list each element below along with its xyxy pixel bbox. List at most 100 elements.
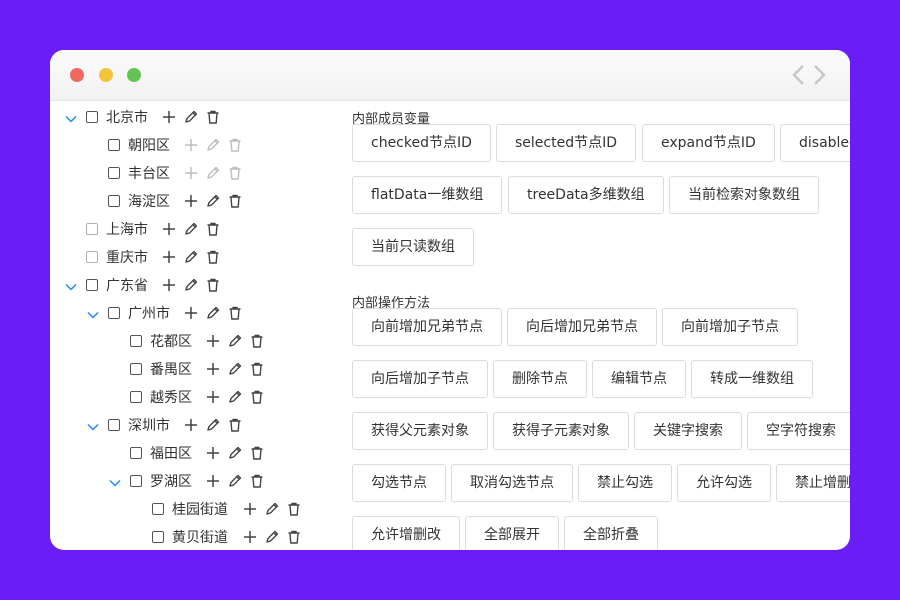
trash-icon[interactable] xyxy=(286,501,302,517)
trash-icon[interactable] xyxy=(249,445,265,461)
trash-icon[interactable] xyxy=(205,109,221,125)
node-checkbox[interactable] xyxy=(108,167,120,179)
tree-node[interactable]: 深圳市 xyxy=(50,414,340,442)
add-icon[interactable] xyxy=(205,445,221,461)
add-icon[interactable] xyxy=(183,137,199,153)
action-button[interactable]: 编辑节点 xyxy=(592,360,686,398)
edit-icon[interactable] xyxy=(205,417,221,433)
node-label[interactable]: 深圳市 xyxy=(128,416,170,436)
tree-node[interactable]: 重庆市 xyxy=(50,246,340,274)
tree-node[interactable]: 罗湖区 xyxy=(50,470,340,498)
action-button[interactable]: 关键字搜索 xyxy=(634,412,742,450)
action-button[interactable]: expand节点ID xyxy=(642,124,775,162)
trash-icon[interactable] xyxy=(205,249,221,265)
trash-icon[interactable] xyxy=(227,305,243,321)
action-button[interactable]: checked节点ID xyxy=(352,124,491,162)
node-label[interactable]: 番禺区 xyxy=(150,360,192,380)
action-button[interactable]: 勾选节点 xyxy=(352,464,446,502)
node-checkbox[interactable] xyxy=(86,279,98,291)
tree-node[interactable]: 丰台区 xyxy=(50,162,340,190)
action-button[interactable]: 允许增删改 xyxy=(352,516,460,550)
action-button[interactable]: 当前只读数组 xyxy=(352,228,474,266)
edit-icon[interactable] xyxy=(264,501,280,517)
edit-icon[interactable] xyxy=(183,109,199,125)
node-label[interactable]: 桂园街道 xyxy=(172,500,228,520)
chevron-down-icon[interactable] xyxy=(64,280,78,294)
action-button[interactable]: 获得子元素对象 xyxy=(493,412,629,450)
node-checkbox[interactable] xyxy=(130,447,142,459)
tree-node[interactable]: 黄贝街道 xyxy=(50,526,340,550)
action-button[interactable]: treeData多维数组 xyxy=(508,176,664,214)
node-checkbox[interactable] xyxy=(130,335,142,347)
edit-icon[interactable] xyxy=(227,473,243,489)
trash-icon[interactable] xyxy=(249,389,265,405)
minimize-window-button[interactable] xyxy=(99,68,113,82)
action-button[interactable]: 全部展开 xyxy=(465,516,559,550)
edit-icon[interactable] xyxy=(183,249,199,265)
tree-node[interactable]: 广州市 xyxy=(50,302,340,330)
node-label[interactable]: 黄贝街道 xyxy=(172,528,228,548)
trash-icon[interactable] xyxy=(249,473,265,489)
action-button[interactable]: selected节点ID xyxy=(496,124,637,162)
chevron-down-icon[interactable] xyxy=(86,308,100,322)
node-label[interactable]: 越秀区 xyxy=(150,388,192,408)
code-brackets-icon[interactable] xyxy=(790,62,828,88)
action-button[interactable]: 取消勾选节点 xyxy=(451,464,573,502)
node-checkbox[interactable] xyxy=(130,475,142,487)
action-button[interactable]: 转成一维数组 xyxy=(691,360,813,398)
trash-icon[interactable] xyxy=(227,417,243,433)
node-label[interactable]: 丰台区 xyxy=(128,164,170,184)
trash-icon[interactable] xyxy=(227,165,243,181)
action-button[interactable]: 允许勾选 xyxy=(677,464,771,502)
add-icon[interactable] xyxy=(205,333,221,349)
node-checkbox[interactable] xyxy=(108,419,120,431)
tree-node[interactable]: 朝阳区 xyxy=(50,134,340,162)
action-button[interactable]: 删除节点 xyxy=(493,360,587,398)
node-label[interactable]: 上海市 xyxy=(106,220,148,240)
node-label[interactable]: 海淀区 xyxy=(128,192,170,212)
node-label[interactable]: 福田区 xyxy=(150,444,192,464)
chevron-down-icon[interactable] xyxy=(86,420,100,434)
action-button[interactable]: 向后增加子节点 xyxy=(352,360,488,398)
node-label[interactable]: 北京市 xyxy=(106,108,148,128)
trash-icon[interactable] xyxy=(249,361,265,377)
chevron-down-icon[interactable] xyxy=(108,476,122,490)
action-button[interactable]: 向前增加子节点 xyxy=(662,308,798,346)
tree-node[interactable]: 上海市 xyxy=(50,218,340,246)
edit-icon[interactable] xyxy=(227,389,243,405)
add-icon[interactable] xyxy=(205,389,221,405)
chevron-down-icon[interactable] xyxy=(64,112,78,126)
node-checkbox[interactable] xyxy=(108,195,120,207)
add-icon[interactable] xyxy=(183,193,199,209)
tree-node[interactable]: 海淀区 xyxy=(50,190,340,218)
action-button[interactable]: 向后增加兄弟节点 xyxy=(507,308,657,346)
tree-node[interactable]: 越秀区 xyxy=(50,386,340,414)
node-label[interactable]: 重庆市 xyxy=(106,248,148,268)
add-icon[interactable] xyxy=(205,361,221,377)
action-button[interactable]: flatData一维数组 xyxy=(352,176,503,214)
action-button[interactable]: 禁止勾选 xyxy=(578,464,672,502)
tree-node[interactable]: 番禺区 xyxy=(50,358,340,386)
tree-node[interactable]: 桂园街道 xyxy=(50,498,340,526)
maximize-window-button[interactable] xyxy=(127,68,141,82)
edit-icon[interactable] xyxy=(227,445,243,461)
add-icon[interactable] xyxy=(161,249,177,265)
add-icon[interactable] xyxy=(183,417,199,433)
trash-icon[interactable] xyxy=(227,193,243,209)
node-label[interactable]: 花都区 xyxy=(150,332,192,352)
add-icon[interactable] xyxy=(242,501,258,517)
add-icon[interactable] xyxy=(183,165,199,181)
edit-icon[interactable] xyxy=(205,137,221,153)
tree-node[interactable]: 花都区 xyxy=(50,330,340,358)
node-checkbox[interactable] xyxy=(86,223,98,235)
trash-icon[interactable] xyxy=(227,137,243,153)
node-checkbox[interactable] xyxy=(130,363,142,375)
edit-icon[interactable] xyxy=(264,529,280,545)
close-window-button[interactable] xyxy=(70,68,84,82)
action-button[interactable]: 向前增加兄弟节点 xyxy=(352,308,502,346)
node-label[interactable]: 朝阳区 xyxy=(128,136,170,156)
node-label[interactable]: 罗湖区 xyxy=(150,472,192,492)
trash-icon[interactable] xyxy=(249,333,265,349)
trash-icon[interactable] xyxy=(205,221,221,237)
add-icon[interactable] xyxy=(161,277,177,293)
